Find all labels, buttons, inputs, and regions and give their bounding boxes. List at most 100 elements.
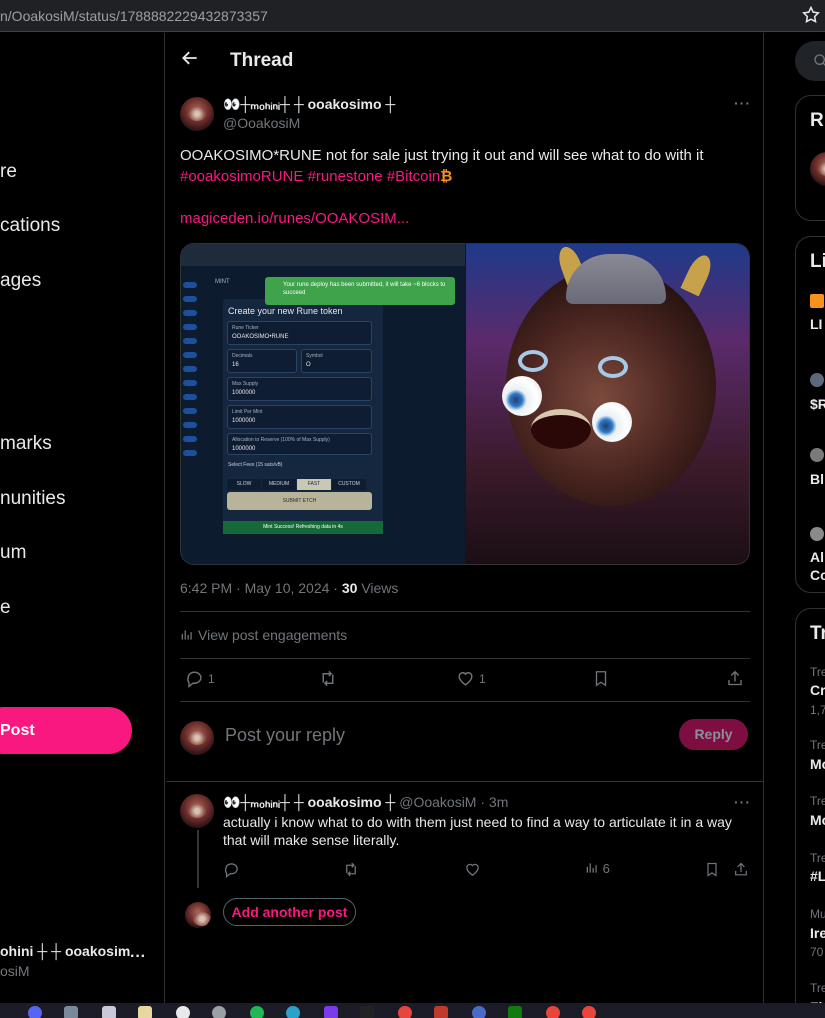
external-link[interactable]: magiceden.io/runes/OOAKOSIM...	[180, 210, 409, 227]
thread-connector-line	[197, 830, 199, 888]
notepad-icon[interactable]	[138, 1006, 152, 1018]
bookmark-star-icon[interactable]	[801, 5, 821, 25]
hashtag-link[interactable]: #runestone	[308, 168, 383, 185]
views-button[interactable]: 6	[585, 861, 610, 876]
add-another-post-button[interactable]: Add another post	[223, 898, 356, 926]
screenshot-field: Max Supply 1000000	[227, 377, 372, 401]
author-handle[interactable]: @OoakosiM	[223, 115, 300, 131]
nav-explore[interactable]: re	[0, 161, 17, 183]
chrome-icon[interactable]	[582, 1006, 596, 1018]
mouth-shape	[531, 409, 591, 449]
nav-bookmarks[interactable]: marks	[0, 433, 52, 455]
live-item[interactable]: $R	[810, 396, 825, 412]
trend-category: Tre	[810, 665, 825, 679]
avatar[interactable]	[180, 721, 214, 755]
screenshot-tab-mint: MINT	[215, 279, 230, 285]
repost-icon	[322, 670, 334, 687]
more-options-icon[interactable]: ···	[734, 95, 751, 111]
live-item[interactable]: Bl	[810, 471, 824, 487]
share-icon[interactable]	[733, 861, 749, 878]
back-arrow-icon[interactable]	[180, 48, 200, 68]
live-item[interactable]: Co	[810, 567, 825, 583]
bookmark-button[interactable]	[592, 669, 610, 691]
nav-messages[interactable]: ages	[0, 270, 41, 292]
share-button[interactable]	[726, 669, 744, 691]
live-item[interactable]: LI	[810, 316, 822, 332]
live-card: Li LI $R Bl Al Co	[795, 236, 825, 593]
screenshot-sidebar	[181, 274, 197, 534]
helmet-horn-right	[680, 251, 716, 297]
search-input[interactable]	[795, 41, 825, 81]
like-button[interactable]: 1	[456, 669, 486, 691]
app-icon[interactable]	[472, 1006, 486, 1018]
avatar	[810, 527, 824, 541]
reply-button[interactable]: 1	[185, 669, 215, 691]
live-item[interactable]: Al	[810, 549, 824, 565]
divider	[180, 611, 750, 612]
reply-author-handle[interactable]: @OoakosiM · 3m	[399, 794, 508, 810]
author-name[interactable]: 👀┼ₘₒₕᵢₙᵢ┼ ┼ ooakosimo ┼	[223, 96, 395, 113]
app-icon[interactable]	[102, 1006, 116, 1018]
view-engagements-link[interactable]: View post engagements	[180, 627, 347, 643]
avatar[interactable]	[185, 902, 211, 928]
reply-post[interactable]: 👀┼ₘₒₕᵢₙᵢ┼ ┼ ooakosimo ┼ @OoakosiM · 3m ·…	[166, 781, 764, 991]
address-url[interactable]: n/OoakosiM/status/1788882229432873357	[0, 8, 268, 24]
analytics-icon	[586, 863, 597, 873]
calculator-icon[interactable]	[64, 1006, 78, 1018]
screenshot-image: MINT Create your new Rune token Rune Tic…	[181, 244, 465, 564]
nav-profile[interactable]: e	[0, 597, 11, 619]
account-name[interactable]: ohini ┼ ┼ ooakosim	[0, 943, 130, 959]
repost-icon[interactable]	[342, 861, 360, 878]
trend-category: Tre	[810, 981, 825, 995]
right-sidebar: R Li LI $R Bl Al Co Tr Tre Cr 1,7 Tre Mo…	[765, 33, 825, 1018]
screenshot-fee-options: SLOW MEDIUM FAST CUSTOM	[227, 472, 372, 490]
account-handle[interactable]: osiM	[0, 963, 30, 979]
nav-premium[interactable]: um	[0, 542, 26, 564]
reply-author-name[interactable]: 👀┼ₘₒₕᵢₙᵢ┼ ┼ ooakosimo ┼ @OoakosiM · 3m	[223, 794, 508, 811]
avatar[interactable]	[810, 152, 825, 186]
xbox-icon[interactable]	[508, 1006, 522, 1018]
analytics-icon	[181, 630, 192, 640]
avatar[interactable]	[180, 794, 214, 828]
screenshot-field: Limit Per Mint 1000000	[227, 405, 372, 429]
account-more-icon[interactable]: ···	[130, 948, 146, 966]
reply-submit-button[interactable]: Reply	[679, 719, 748, 750]
page-title: Thread	[230, 50, 294, 71]
app-icon[interactable]	[212, 1006, 226, 1018]
app-icon[interactable]	[434, 1006, 448, 1018]
avatar[interactable]	[180, 97, 214, 131]
viking-helmet	[566, 254, 666, 304]
trend-item[interactable]: Cr	[810, 682, 825, 698]
post-button[interactable]: Post	[0, 707, 132, 754]
divider	[180, 658, 750, 659]
hashtag-link[interactable]: #ooakosimoRUNE	[180, 168, 303, 185]
trend-item[interactable]: Ire	[810, 925, 825, 941]
heart-icon[interactable]	[464, 861, 481, 878]
repost-button[interactable]	[318, 669, 342, 691]
post-image[interactable]: MINT Create your new Rune token Rune Tic…	[180, 243, 750, 565]
bookmark-icon[interactable]	[704, 861, 720, 878]
hashtag-link[interactable]: #Bitcoin	[387, 168, 440, 185]
app-icon[interactable]	[360, 1006, 374, 1018]
nav-notifications[interactable]: cations	[0, 215, 60, 237]
app-icon[interactable]	[324, 1006, 338, 1018]
trend-item[interactable]: Mo	[810, 756, 825, 772]
reply-icon[interactable]	[223, 861, 240, 878]
post-button-label: Post	[0, 722, 35, 739]
trend-item[interactable]: #L	[810, 868, 825, 884]
live-icon	[810, 294, 824, 308]
trend-item[interactable]: Mo	[810, 812, 825, 828]
discord-icon[interactable]	[28, 1006, 42, 1018]
app-icon[interactable]	[286, 1006, 300, 1018]
spiral-decoration	[518, 350, 548, 372]
screenshot-toast: Your rune deploy has been submitted, it …	[265, 277, 455, 305]
browser-address-bar[interactable]: n/OoakosiM/status/1788882229432873357	[0, 0, 825, 32]
chrome-icon[interactable]	[546, 1006, 560, 1018]
more-options-icon[interactable]: ···	[734, 794, 751, 810]
nav-communities[interactable]: nunities	[0, 488, 66, 510]
spotify-icon[interactable]	[250, 1006, 264, 1018]
chrome-icon[interactable]	[398, 1006, 412, 1018]
app-icon[interactable]	[176, 1006, 190, 1018]
avatar	[810, 373, 824, 387]
reply-input[interactable]: Post your reply	[225, 725, 345, 746]
